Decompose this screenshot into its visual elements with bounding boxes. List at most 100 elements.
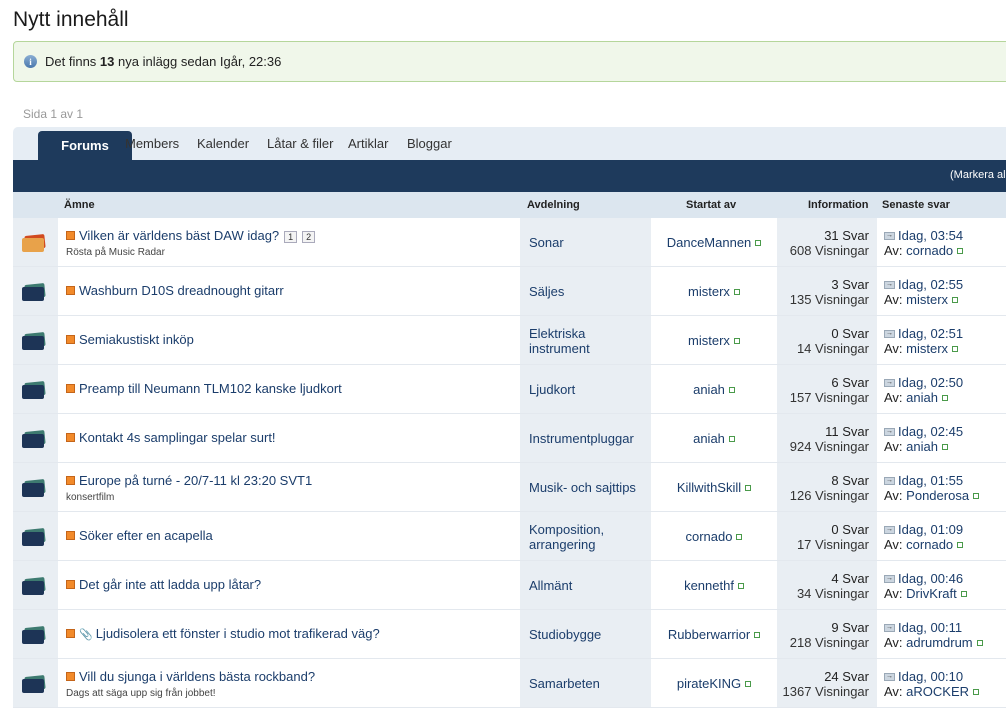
last-poster-link[interactable]: misterx bbox=[906, 341, 948, 356]
starter-link[interactable]: misterx bbox=[688, 333, 730, 348]
tab-members[interactable]: Members bbox=[125, 136, 179, 151]
new-post-icon[interactable] bbox=[66, 335, 75, 345]
new-post-icon[interactable] bbox=[66, 286, 75, 296]
starter-link[interactable]: aniah bbox=[693, 382, 725, 397]
topic-title-link[interactable]: Kontakt 4s samplingar spelar surt! bbox=[79, 430, 276, 445]
profile-icon[interactable] bbox=[952, 296, 959, 303]
department-link[interactable]: Musik- och sajttips bbox=[529, 480, 636, 495]
profile-icon[interactable] bbox=[736, 533, 743, 540]
last-post-time-link[interactable]: Idag, 01:09 bbox=[898, 522, 963, 537]
profile-icon[interactable] bbox=[957, 541, 964, 548]
col-started-by[interactable]: Startat av bbox=[686, 199, 736, 211]
tab-forums[interactable]: Forums bbox=[38, 131, 132, 160]
last-poster-link[interactable]: aniah bbox=[906, 390, 938, 405]
profile-icon[interactable] bbox=[733, 337, 740, 344]
profile-icon[interactable] bbox=[745, 680, 752, 687]
goto-last-post-icon[interactable]: → bbox=[884, 427, 895, 436]
col-subject[interactable]: Ämne bbox=[64, 199, 95, 211]
topic-title-link[interactable]: Preamp till Neumann TLM102 kanske ljudko… bbox=[79, 381, 342, 396]
new-post-icon[interactable] bbox=[66, 433, 75, 443]
profile-icon[interactable] bbox=[973, 688, 980, 695]
last-post-time-link[interactable]: Idag, 03:54 bbox=[898, 228, 963, 243]
last-poster-link[interactable]: cornado bbox=[906, 243, 953, 258]
last-poster-link[interactable]: DrivKraft bbox=[906, 586, 957, 601]
starter-link[interactable]: KillwithSkill bbox=[677, 480, 741, 495]
goto-last-post-icon[interactable]: → bbox=[884, 672, 895, 681]
profile-icon[interactable] bbox=[960, 590, 967, 597]
new-post-icon[interactable] bbox=[66, 580, 75, 590]
tab-kalender[interactable]: Kalender bbox=[197, 136, 249, 151]
goto-last-post-icon[interactable]: → bbox=[884, 329, 895, 338]
goto-last-post-icon[interactable]: → bbox=[884, 280, 895, 289]
last-poster-link[interactable]: aniah bbox=[906, 439, 938, 454]
new-post-icon[interactable] bbox=[66, 531, 75, 541]
new-post-icon[interactable] bbox=[66, 231, 75, 241]
last-post-time-link[interactable]: Idag, 02:50 bbox=[898, 375, 963, 390]
topic-title-link[interactable]: Det går inte att ladda upp låtar? bbox=[79, 577, 261, 592]
starter-link[interactable]: Rubberwarrior bbox=[668, 627, 750, 642]
department-link[interactable]: Säljes bbox=[529, 284, 564, 299]
goto-last-post-icon[interactable]: → bbox=[884, 231, 895, 240]
page-link[interactable]: 2 bbox=[302, 230, 316, 243]
topic-title-link[interactable]: Ljudisolera ett fönster i studio mot tra… bbox=[96, 626, 380, 641]
col-information[interactable]: Information bbox=[808, 199, 869, 211]
col-last-reply[interactable]: Senaste svar bbox=[882, 199, 950, 211]
department-link[interactable]: Komposition, arrangering bbox=[529, 522, 604, 552]
goto-last-post-icon[interactable]: → bbox=[884, 525, 895, 534]
profile-icon[interactable] bbox=[941, 443, 948, 450]
department-link[interactable]: Sonar bbox=[529, 235, 564, 250]
profile-icon[interactable] bbox=[755, 239, 762, 246]
profile-icon[interactable] bbox=[976, 639, 983, 646]
profile-icon[interactable] bbox=[737, 582, 744, 589]
department-link[interactable]: Samarbeten bbox=[529, 676, 600, 691]
goto-last-post-icon[interactable]: → bbox=[884, 623, 895, 632]
last-post-time-link[interactable]: Idag, 02:51 bbox=[898, 326, 963, 341]
profile-icon[interactable] bbox=[952, 345, 959, 352]
topic-title-link[interactable]: Vill du sjunga i världens bästa rockband… bbox=[79, 669, 315, 684]
tab-latar-filer[interactable]: Låtar & filer bbox=[267, 136, 333, 151]
last-poster-link[interactable]: misterx bbox=[906, 292, 948, 307]
topic-title-link[interactable]: Vilken är världens bäst DAW idag? bbox=[79, 228, 279, 243]
profile-icon[interactable] bbox=[745, 484, 752, 491]
col-department[interactable]: Avdelning bbox=[527, 199, 580, 211]
starter-link[interactable]: misterx bbox=[688, 284, 730, 299]
last-post-time-link[interactable]: Idag, 00:11 bbox=[898, 620, 962, 635]
starter-link[interactable]: aniah bbox=[693, 431, 725, 446]
starter-link[interactable]: kennethf bbox=[684, 578, 734, 593]
new-post-icon[interactable] bbox=[66, 384, 75, 394]
starter-link[interactable]: cornado bbox=[686, 529, 733, 544]
last-post-time-link[interactable]: Idag, 02:45 bbox=[898, 424, 963, 439]
tab-bloggar[interactable]: Bloggar bbox=[407, 136, 452, 151]
department-link[interactable]: Elektriska instrument bbox=[529, 326, 590, 356]
department-link[interactable]: Allmänt bbox=[529, 578, 572, 593]
goto-last-post-icon[interactable]: → bbox=[884, 574, 895, 583]
profile-icon[interactable] bbox=[973, 492, 980, 499]
starter-link[interactable]: DanceMannen bbox=[667, 235, 752, 250]
goto-last-post-icon[interactable]: → bbox=[884, 476, 895, 485]
last-post-time-link[interactable]: Idag, 00:10 bbox=[898, 669, 963, 684]
new-post-icon[interactable] bbox=[66, 476, 75, 486]
new-post-icon[interactable] bbox=[66, 629, 75, 639]
profile-icon[interactable] bbox=[728, 386, 735, 393]
last-poster-link[interactable]: aROCKER bbox=[906, 684, 969, 699]
new-post-icon[interactable] bbox=[66, 672, 75, 682]
last-poster-link[interactable]: Ponderosa bbox=[906, 488, 969, 503]
profile-icon[interactable] bbox=[754, 631, 761, 638]
last-poster-link[interactable]: adrumdrum bbox=[906, 635, 972, 650]
department-link[interactable]: Ljudkort bbox=[529, 382, 575, 397]
department-link[interactable]: Studiobygge bbox=[529, 627, 601, 642]
page-link[interactable]: 1 bbox=[284, 230, 298, 243]
last-poster-link[interactable]: cornado bbox=[906, 537, 953, 552]
tab-artiklar[interactable]: Artiklar bbox=[348, 136, 388, 151]
profile-icon[interactable] bbox=[941, 394, 948, 401]
topic-title-link[interactable]: Söker efter en acapella bbox=[79, 528, 213, 543]
topic-title-link[interactable]: Semiakustiskt inköp bbox=[79, 332, 194, 347]
goto-last-post-icon[interactable]: → bbox=[884, 378, 895, 387]
profile-icon[interactable] bbox=[728, 435, 735, 442]
profile-icon[interactable] bbox=[957, 247, 964, 254]
last-post-time-link[interactable]: Idag, 01:55 bbox=[898, 473, 963, 488]
department-link[interactable]: Instrumentpluggar bbox=[529, 431, 634, 446]
mark-all-read-link[interactable]: (Markera all bbox=[950, 169, 1006, 181]
starter-link[interactable]: pirateKING bbox=[677, 676, 741, 691]
topic-title-link[interactable]: Washburn D10S dreadnought gitarr bbox=[79, 283, 284, 298]
